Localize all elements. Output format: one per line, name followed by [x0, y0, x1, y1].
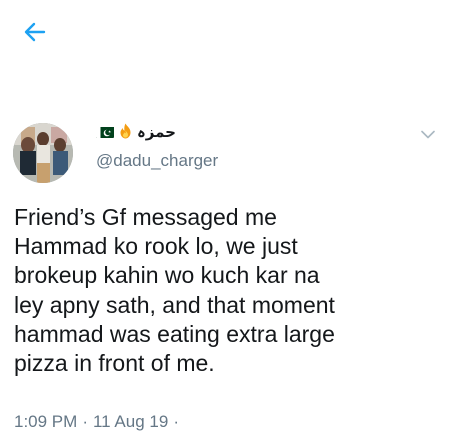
tweet-date: 11 Aug 19 — [92, 412, 169, 431]
tweet-text: Friend’s Gf messaged me Hammad ko rook l… — [14, 204, 335, 377]
back-arrow-icon — [24, 22, 46, 42]
author-name-row[interactable]: حمزہ — [96, 121, 176, 143]
tweet-time: 1:09 PM — [14, 412, 78, 431]
display-name: حمزہ — [137, 123, 176, 141]
more-options-button[interactable] — [418, 124, 438, 144]
avatar[interactable] — [13, 123, 73, 183]
meta-trailing-dot: · — [173, 412, 179, 431]
avatar-photo — [13, 123, 73, 183]
back-button[interactable] — [20, 17, 50, 47]
top-bar — [0, 0, 450, 64]
fire-icon — [118, 123, 133, 142]
tweet-timestamp[interactable]: 1:09 PM · 11 Aug 19 · — [14, 412, 179, 432]
user-handle[interactable]: @dadu_charger — [96, 151, 218, 171]
pakistan-flag-icon — [96, 126, 114, 138]
chevron-down-icon — [421, 130, 435, 138]
meta-separator: · — [82, 412, 88, 431]
